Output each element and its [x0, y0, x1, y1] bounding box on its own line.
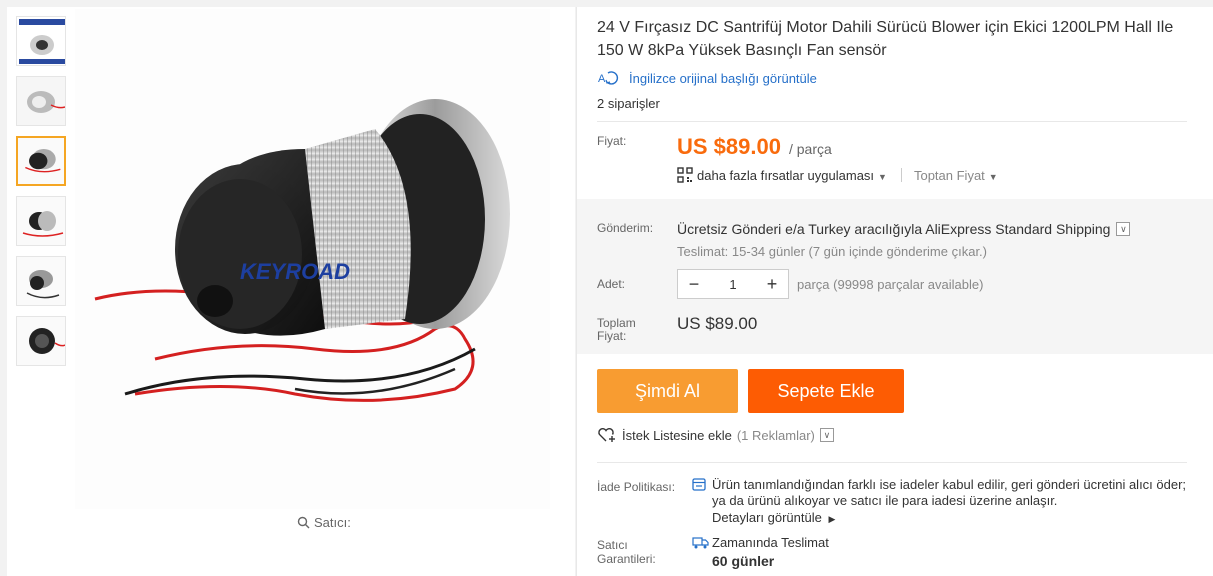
heart-plus-icon: [598, 428, 615, 442]
thumbnail-list: [16, 16, 66, 376]
guarantee-label-line2: Garantileri:: [597, 552, 656, 566]
chevron-down-icon[interactable]: ∨: [1116, 222, 1131, 236]
main-product-image[interactable]: KEYROAD: [75, 9, 550, 509]
return-policy-label: İade Politikası:: [597, 480, 676, 494]
caret-down-icon: ▼: [878, 171, 887, 182]
more-deals-link[interactable]: daha fazla fırsatlar uygulaması ▼: [697, 168, 887, 183]
divider: [597, 121, 1187, 122]
price-label: Fiyat:: [597, 134, 627, 148]
price-row: US $89.00 / parça: [677, 134, 832, 160]
shipping-method[interactable]: Ücretsiz Gönderi e/a Turkey aracılığıyla…: [677, 221, 1131, 237]
buy-now-button[interactable]: Şimdi Al: [597, 369, 738, 413]
return-box-icon: [692, 478, 706, 491]
increment-button[interactable]: +: [762, 274, 782, 295]
add-to-cart-button[interactable]: Sepete Ekle: [748, 369, 904, 413]
translate-link-text: İngilizce orijinal başlığı görüntüle: [629, 70, 817, 86]
seller-search[interactable]: Satıcı:: [297, 515, 351, 530]
view-original-title-link[interactable]: A İngilizce orijinal başlığı görüntüle: [597, 69, 817, 87]
seller-search-label: Satıcı:: [314, 515, 351, 530]
price-value: US $89.00: [677, 134, 781, 159]
decrement-button[interactable]: −: [684, 274, 704, 295]
translate-icon: A: [598, 71, 619, 85]
svg-text:A: A: [598, 73, 606, 85]
add-to-wishlist[interactable]: İstek Listesine ekle (1 Reklamlar) ∨: [597, 427, 834, 443]
thumbnail-5[interactable]: [16, 256, 66, 306]
deals-row: daha fazla fırsatlar uygulaması ▼ Toptan …: [677, 167, 998, 183]
seller-guarantee-label: Satıcı Garantileri:: [597, 538, 656, 566]
gallery-panel: KEYROAD Satıcı:: [7, 7, 575, 576]
wishlist-count: (1 Reklamlar): [736, 427, 815, 443]
quantity-stepper: − 1 +: [677, 269, 789, 299]
thumbnail-3-active[interactable]: [16, 136, 66, 186]
price-unit: / parça: [788, 141, 832, 157]
quantity-input[interactable]: 1: [713, 277, 753, 292]
shipping-via-text: e/a Turkey aracılığıyla AliExpress Stand…: [785, 221, 1111, 237]
quantity-available: parça (99998 parçalar available): [797, 277, 984, 292]
view-details-link[interactable]: Detayları görüntüle ▶: [712, 510, 835, 525]
on-time-delivery-title: Zamanında Teslimat: [712, 535, 829, 550]
shipping-label: Gönderim:: [597, 221, 654, 235]
caret-right-icon: ▶: [828, 514, 836, 524]
wishlist-text: İstek Listesine ekle: [622, 427, 732, 443]
total-label-line2: Fiyat:: [597, 329, 627, 343]
wholesale-price-link[interactable]: Toptan Fiyat ▼: [914, 168, 998, 183]
caret-down-icon: ▼: [988, 171, 998, 182]
view-details-text: Detayları görüntüle: [712, 510, 822, 525]
chevron-down-icon[interactable]: ∨: [819, 428, 834, 442]
thumbnail-1[interactable]: [16, 16, 66, 66]
product-title: 24 V Fırçasız DC Santrifüj Motor Dahili …: [597, 19, 1174, 59]
thumbnail-6[interactable]: [16, 316, 66, 366]
product-detail-panel: 24 V Fırçasız DC Santrifüj Motor Dahili …: [576, 7, 1213, 576]
total-price-label: Toplam Fiyat:: [597, 317, 636, 343]
watermark-text: KEYROAD: [240, 259, 350, 284]
guarantee-label-line1: Satıcı: [597, 538, 628, 552]
on-time-delivery-days: 60 günler: [712, 553, 775, 569]
separator: [900, 168, 902, 182]
free-shipping-text: Ücretsiz Gönderi: [677, 221, 782, 237]
total-price-value: US $89.00: [677, 314, 758, 333]
search-icon: [297, 516, 310, 529]
thumbnail-4[interactable]: [16, 196, 66, 246]
wholesale-text: Toptan Fiyat: [913, 167, 985, 183]
qr-code-icon: [677, 167, 693, 183]
quantity-label: Adet:: [597, 277, 626, 291]
return-policy-text: Ürün tanımlandığından farklı ise iadeler…: [712, 477, 1187, 508]
divider: [597, 462, 1187, 463]
more-deals-text: daha fazla fırsatlar uygulaması: [697, 167, 875, 183]
delivery-estimate: Teslimat: 15-34 günler (7 gün içinde gön…: [677, 244, 987, 259]
thumbnail-2[interactable]: [16, 76, 66, 126]
delivery-truck-icon: [692, 537, 709, 549]
order-count: 2 siparişler: [597, 96, 660, 111]
